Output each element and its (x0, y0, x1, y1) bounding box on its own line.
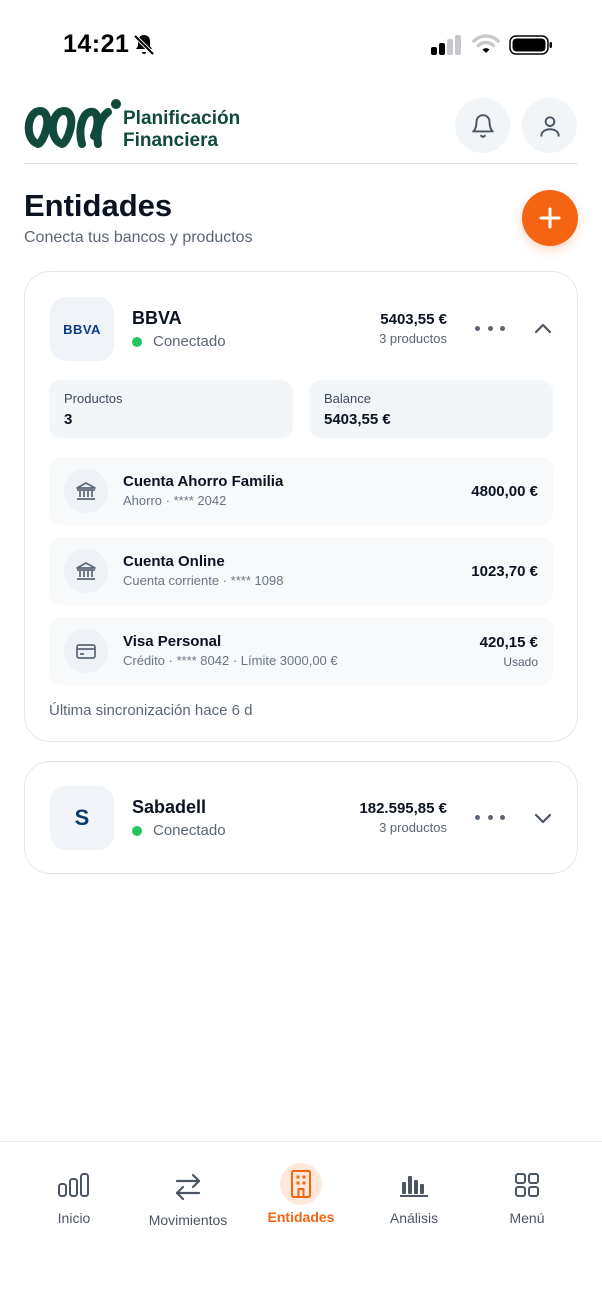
app-name-line2: Financiera (123, 130, 219, 151)
signal-icon (431, 35, 461, 55)
app-header: Planificación Financiera (24, 92, 578, 164)
product-amount: 1023,70 € (471, 563, 538, 580)
bottom-nav: Inicio Movimientos Entidades Análisis Me… (0, 1141, 602, 1306)
nav-item-menu[interactable]: Menú (467, 1164, 587, 1264)
product-name: Cuenta Online (123, 553, 225, 570)
nav-label: Movimientos (148, 1212, 228, 1228)
stat-label: Productos (64, 391, 123, 406)
bank-total: 182.595,85 € (359, 800, 447, 817)
grid-icon (506, 1164, 548, 1206)
bank-total: 5403,55 € (380, 311, 447, 328)
more-options-button[interactable] (475, 807, 505, 827)
nav-item-movimientos[interactable]: Movimientos (128, 1166, 248, 1266)
bank-logo-text: S (74, 805, 90, 830)
stat-products: Productos 3 (49, 380, 293, 438)
bank-product-count: 3 productos (379, 820, 447, 835)
home-bars-icon (53, 1164, 95, 1206)
product-name: Cuenta Ahorro Familia (123, 473, 284, 490)
bar-chart-icon (393, 1164, 435, 1206)
nav-item-entidades[interactable]: Entidades (241, 1163, 361, 1263)
bank-card-sabadell[interactable]: S Sabadell Conectado 182.595,85 € 3 prod… (24, 761, 578, 874)
building-icon (280, 1163, 322, 1205)
bank-status: Conectado (132, 822, 226, 839)
product-amount: 4800,00 € (471, 483, 538, 500)
status-time: 14:21 (63, 30, 130, 58)
nav-label: Inicio (57, 1210, 91, 1226)
transfer-arrows-icon (167, 1166, 209, 1208)
add-entity-button[interactable] (522, 190, 578, 246)
dot (500, 325, 505, 331)
notifications-button[interactable] (455, 98, 510, 153)
bank-product-count: 3 productos (379, 331, 447, 346)
status-dot (132, 825, 142, 836)
bell-icon (471, 113, 494, 138)
dot (487, 325, 493, 331)
dot (475, 814, 480, 820)
credit-card-icon (64, 629, 108, 673)
nav-label: Menú (509, 1210, 545, 1226)
bank-icon (64, 549, 108, 593)
profile-button[interactable] (522, 98, 577, 153)
plus-icon (539, 207, 561, 229)
product-detail: Crédito · **** 8042 · Límite 3000,00 € (123, 653, 338, 668)
stat-value: 5403,55 € (324, 411, 391, 428)
user-icon (539, 115, 560, 137)
wifi-icon (472, 34, 500, 53)
bank-card-bbva: BBVA BBVA Conectado 5403,55 € 3 producto… (24, 271, 578, 742)
bank-logo-bbva: BBVA (50, 297, 114, 361)
status-dot (132, 336, 142, 347)
bank-name: BBVA (132, 308, 182, 328)
app-name: Planificación Financiera (123, 108, 240, 152)
product-detail: Ahorro · **** 2042 (123, 493, 227, 508)
chevron-down-icon[interactable] (531, 806, 555, 830)
bank-icon (64, 469, 108, 513)
product-detail: Cuenta corriente · **** 1098 (123, 573, 284, 588)
nav-item-inicio[interactable]: Inicio (14, 1164, 134, 1264)
more-options-button[interactable] (475, 318, 505, 338)
bank-logo-text: BBVA (63, 321, 101, 337)
stat-balance: Balance 5403,55 € (309, 380, 553, 438)
battery-icon (509, 35, 552, 55)
nav-label: Análisis (389, 1210, 439, 1226)
stat-value: 3 (64, 411, 73, 428)
bank-name: Sabadell (132, 797, 207, 817)
stat-label: Balance (324, 391, 371, 406)
product-amount: 420,15 € (479, 634, 538, 651)
nav-item-analisis[interactable]: Análisis (354, 1164, 474, 1264)
last-sync-text: Última sincronización hace 6 d (49, 702, 253, 719)
page-title: Entidades (24, 188, 173, 223)
bank-status-label: Conectado (153, 333, 226, 350)
bell-off-icon (133, 34, 155, 56)
product-row[interactable]: Cuenta Online Cuenta corriente · **** 10… (49, 537, 553, 605)
product-row[interactable]: Visa Personal Crédito · **** 8042 · Lími… (49, 617, 553, 685)
bank-logo-sabadell: S (50, 786, 114, 850)
dot (475, 325, 480, 331)
bank-status-label: Conectado (153, 822, 226, 839)
page-subtitle: Conecta tus bancos y productos (24, 229, 253, 246)
chevron-up-icon[interactable] (531, 317, 555, 341)
dot (500, 814, 505, 820)
nav-label: Entidades (267, 1209, 335, 1225)
app-logo-icon (24, 99, 121, 149)
app-name-line1: Planificación (123, 108, 241, 129)
dot (487, 814, 493, 820)
bank-status: Conectado (132, 333, 226, 350)
status-bar: 14:21 (0, 0, 602, 88)
product-name: Visa Personal (123, 633, 222, 650)
product-row[interactable]: Cuenta Ahorro Familia Ahorro · **** 2042… (49, 457, 553, 525)
product-amount-note: Usado (503, 655, 538, 669)
